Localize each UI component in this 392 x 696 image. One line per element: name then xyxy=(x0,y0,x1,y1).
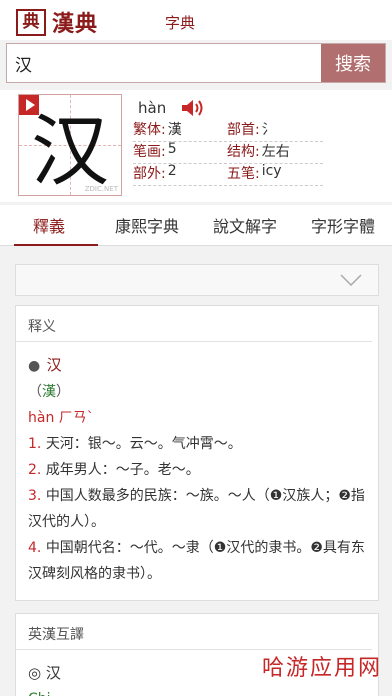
search-button[interactable]: 搜索 xyxy=(321,44,385,82)
info-row: 笔画: 5 结构: 左右 xyxy=(133,141,323,164)
pinyin: hàn xyxy=(138,99,167,117)
definition-item: 1. 天河：银～。云～。气冲霄～。 xyxy=(28,436,242,452)
logo-mark: 典 xyxy=(16,8,46,36)
logo[interactable]: 典 漢典 xyxy=(16,6,98,38)
tab-bar: 釋義 康熙字典 說文解字 字形字體 xyxy=(0,205,392,246)
info-value: icy xyxy=(261,163,282,179)
info-label: 繁体: xyxy=(133,122,166,138)
info-row: 部外: 2 五笔: icy xyxy=(133,163,323,186)
definitions-panel: 释义 ● 汉 （漢） hàn ㄏㄢˋ 1. 天河：银～。云～。气冲霄～。 2. … xyxy=(15,305,379,601)
character-box: 汉 ZDIC.NET xyxy=(18,94,122,197)
definition-item: 3. 中国人数最多的民族：～族。～人（❶汉族人；❷指汉代的人）。 xyxy=(28,488,365,530)
speaker-icon[interactable] xyxy=(180,98,206,118)
info-label: 部首: xyxy=(227,122,260,138)
info-label: 结构: xyxy=(227,144,260,160)
english-title: 英漢互譯 xyxy=(16,614,372,650)
site-watermark: 哈游应用网 xyxy=(261,656,382,681)
definition-item: 4. 中国朝代名：～代。～隶（❶汉代的隶书。❷具有东汉碑刻风格的隶书）。 xyxy=(28,540,365,582)
pinyin-zhuyin: hàn ㄏㄢˋ xyxy=(28,410,94,426)
character-card: 汉 ZDIC.NET hàn 繁体: 漢 部首: 氵 笔画: 5 结构: 左右 部外: 2… xyxy=(0,90,392,202)
search-bar: 搜索 xyxy=(6,43,386,83)
traditional-line: （漢） xyxy=(28,384,70,400)
pinyin-row: hàn xyxy=(138,98,206,118)
collapsed-section-toggle[interactable] xyxy=(15,264,379,296)
info-value[interactable]: 氵 xyxy=(262,119,276,139)
top-bar: 典 漢典 字典 xyxy=(0,0,392,40)
chevron-down-icon xyxy=(340,274,362,286)
info-value: 2 xyxy=(167,163,177,179)
info-label: 笔画: xyxy=(133,144,166,160)
info-value: 5 xyxy=(167,141,177,157)
info-value[interactable]: 漢 xyxy=(168,119,182,139)
tab-kangxi[interactable]: 康熙字典 xyxy=(98,205,196,245)
definitions-title: 释义 xyxy=(16,306,372,342)
tab-shuowen[interactable]: 說文解字 xyxy=(196,205,294,245)
info-label: 部外: xyxy=(133,166,166,182)
english-cut-text: Chi xyxy=(28,686,366,696)
traditional-char[interactable]: 漢 xyxy=(42,384,56,400)
definition-item: 2. 成年男人：～子。老～。 xyxy=(28,462,200,478)
head-char-line: ● 汉 xyxy=(28,356,62,374)
tab-definitions[interactable]: 釋義 xyxy=(0,205,98,246)
nav-dictionary-link[interactable]: 字典 xyxy=(165,12,195,33)
info-label: 五笔: xyxy=(227,166,260,182)
logo-text: 漢典 xyxy=(52,11,99,37)
character-info-grid: 繁体: 漢 部首: 氵 笔画: 5 结构: 左右 部外: 2 五笔: icy xyxy=(133,120,323,186)
play-icon[interactable] xyxy=(19,95,39,115)
glyph-watermark: ZDIC.NET xyxy=(84,185,118,193)
head-char: 汉 xyxy=(46,356,62,374)
info-value: 左右 xyxy=(261,144,290,160)
tab-glyph-forms[interactable]: 字形字體 xyxy=(294,205,392,245)
info-row: 繁体: 漢 部首: 氵 xyxy=(133,120,323,142)
definitions-body: ● 汉 （漢） hàn ㄏㄢˋ 1. 天河：银～。云～。气冲霄～。 2. 成年男… xyxy=(16,342,378,597)
search-input[interactable] xyxy=(7,44,321,82)
